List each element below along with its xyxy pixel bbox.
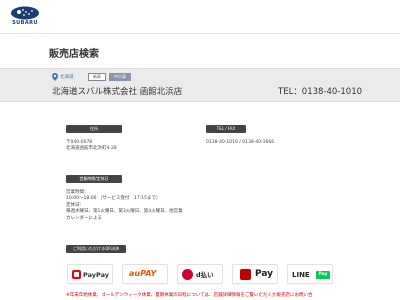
payment-label: PayPay [83,271,110,279]
payment-aupay: auPAY [122,264,168,284]
prefecture-link[interactable]: 北海道 [60,74,74,80]
qr-payment-label: ご利用いただけるQR決済 [66,245,126,253]
line-pay-icon: LINE [292,271,310,279]
shop-summary: 北海道 新車 中古車 北海道スバル株式会社 函館北浜店 TEL：0138-40-… [0,68,400,102]
hours-label: 営業時間/定休日 [66,175,122,183]
shop-tel[interactable]: TEL：0138-40-1010 [278,85,362,97]
line-pay-badge: Pay [316,271,330,279]
payment-line-pay: LINE Pay [287,264,333,284]
subaru-pleiades-icon [11,6,39,20]
subaru-logo[interactable]: SUBARU [10,6,40,28]
hours-block: 営業時間： 10:00～18:00 （サービス受付 17:15まで） 定休日： … [66,190,266,222]
address-label: 住所 [66,125,122,133]
brand-name: SUBARU [12,20,38,26]
d-barai-icon [182,269,193,280]
telfax-value: 0138-40-1010 / 0138-40-1666 [206,140,275,145]
holiday-note: ※年末年始休業、ゴールデンウィーク休業、夏期休業の日程については、店舗詳細情報を… [66,293,313,298]
payment-d-barai: d払い [177,264,223,284]
tag-new-car: 新車 [88,73,106,81]
address-text: 北海道函館市北浜町4-28 [66,146,117,152]
telfax-label: TEL / FAX [206,125,246,133]
payment-rakuten-pay: Pay [232,264,278,284]
paypay-icon [72,270,81,279]
tag-used-car: 中古車 [109,73,131,81]
rakuten-pay-icon [240,269,251,280]
page-title: 販売店検索 [49,49,99,60]
payment-paypay: PayPay [67,264,113,284]
address-block: 〒040-0078 北海道函館市北浜町4-28 [66,140,206,153]
shop-name: 北海道スバル株式会社 函館北浜店 [52,87,183,97]
payment-label: Pay [255,269,274,279]
payment-label: d払い [196,271,214,279]
aupay-icon: auPAY [129,269,157,278]
hours-line: カレンダーによる [66,215,102,221]
map-pin-icon [52,73,58,81]
site-header: SUBARU [0,0,400,34]
